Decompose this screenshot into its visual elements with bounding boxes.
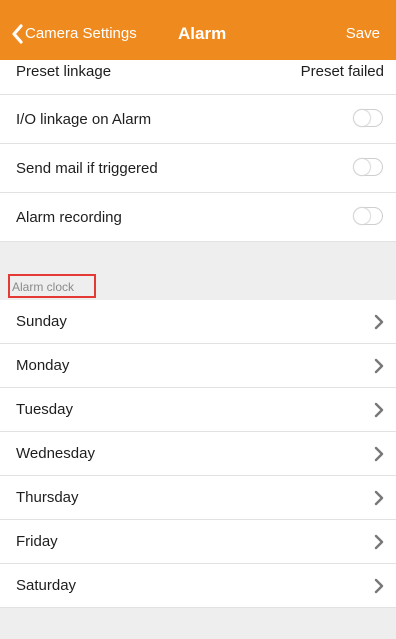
chevron-right-icon — [374, 314, 384, 330]
io-linkage-row: I/O linkage on Alarm — [0, 95, 396, 144]
day-row-wednesday[interactable]: Wednesday — [0, 432, 396, 476]
day-row-thursday[interactable]: Thursday — [0, 476, 396, 520]
alarm-recording-row: Alarm recording — [0, 193, 396, 242]
day-row-tuesday[interactable]: Tuesday — [0, 388, 396, 432]
page-title: Alarm — [178, 24, 227, 43]
day-label: Saturday — [16, 577, 77, 594]
io-linkage-toggle[interactable] — [353, 109, 383, 127]
preset-linkage-row[interactable]: Preset linkage Preset failed — [0, 60, 396, 95]
alarm-clock-section-title: Alarm clock — [12, 280, 75, 294]
back-button[interactable]: Camera Settings — [12, 22, 137, 46]
chevron-right-icon — [374, 578, 384, 594]
save-button[interactable]: Save — [346, 22, 380, 46]
day-label: Monday — [16, 357, 70, 374]
back-button-label: Camera Settings — [25, 25, 137, 42]
alarm-settings-screen: Camera Settings Alarm Save Preset linkag… — [0, 0, 396, 639]
chevron-right-icon — [374, 358, 384, 374]
toggle-knob — [354, 208, 370, 224]
send-mail-toggle[interactable] — [353, 158, 383, 176]
send-mail-row: Send mail if triggered — [0, 144, 396, 193]
io-linkage-label: I/O linkage on Alarm — [16, 111, 152, 128]
alarm-recording-toggle[interactable] — [353, 207, 383, 225]
chevron-right-icon — [374, 534, 384, 550]
navigation-bar: Camera Settings Alarm Save — [0, 0, 396, 60]
chevron-right-icon — [374, 490, 384, 506]
day-label: Tuesday — [16, 401, 73, 418]
chevron-left-icon — [12, 24, 23, 44]
day-row-saturday[interactable]: Saturday — [0, 564, 396, 608]
day-row-sunday[interactable]: Sunday — [0, 300, 396, 344]
day-row-monday[interactable]: Monday — [0, 344, 396, 388]
bottom-spacer — [0, 608, 396, 639]
day-label: Wednesday — [16, 445, 95, 462]
toggle-knob — [354, 159, 370, 175]
preset-linkage-label: Preset linkage — [16, 63, 112, 80]
preset-linkage-value: Preset failed — [300, 63, 384, 80]
day-row-friday[interactable]: Friday — [0, 520, 396, 564]
alarm-recording-label: Alarm recording — [16, 209, 122, 226]
day-label: Friday — [16, 533, 58, 550]
chevron-right-icon — [374, 446, 384, 462]
day-label: Thursday — [16, 489, 79, 506]
toggle-knob — [354, 110, 370, 126]
send-mail-label: Send mail if triggered — [16, 160, 158, 177]
chevron-right-icon — [374, 402, 384, 418]
day-label: Sunday — [16, 313, 67, 330]
